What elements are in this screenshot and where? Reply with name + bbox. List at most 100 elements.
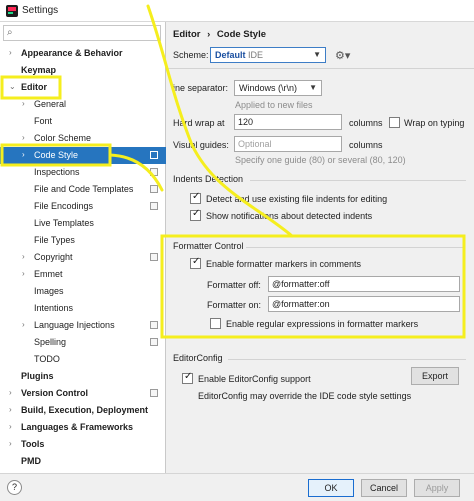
sidebar-item-label: Emmet: [34, 269, 63, 279]
sidebar-item-label: Images: [34, 286, 64, 296]
sidebar-item-pmd[interactable]: PMD: [0, 453, 166, 470]
sidebar-item-code-style[interactable]: › Code Style: [0, 147, 166, 164]
divider: [228, 359, 466, 360]
chevron-right-icon[interactable]: ›: [22, 150, 25, 159]
scheme-dropdown[interactable]: Default IDE ▼: [210, 47, 326, 63]
sidebar-item-file-and-code-templates[interactable]: File and Code Templates: [0, 181, 166, 198]
line-separator-dropdown[interactable]: Windows (\r\n) ▼: [234, 80, 322, 96]
settings-sidebar: ⌕ › Appearance & Behavior Keymap ⌄ Editor › Ge…: [0, 22, 166, 473]
settings-search[interactable]: ⌕: [3, 25, 161, 41]
breadcrumb: Editor › Code Style: [173, 29, 267, 40]
sidebar-item-language-injections[interactable]: › Language Injections: [0, 317, 166, 334]
code-style-panel: Editor › Code Style Scheme: Default IDE …: [166, 22, 474, 473]
sidebar-item-label: Code Style: [34, 150, 79, 160]
notify-indents-checkbox[interactable]: [190, 208, 201, 221]
gear-icon[interactable]: ⚙▾: [335, 49, 350, 62]
visual-guides-input[interactable]: [234, 136, 342, 152]
chevron-down-icon: ▼: [313, 50, 321, 59]
formatter-on-label: Formatter on:: [207, 300, 262, 310]
sidebar-item-copyright[interactable]: › Copyright: [0, 249, 166, 266]
sidebar-item-label: Font: [34, 116, 53, 126]
sidebar-item-tools[interactable]: › Tools: [0, 436, 166, 453]
sidebar-item-label: General: [34, 99, 67, 109]
chevron-right-icon[interactable]: ›: [9, 405, 12, 414]
project-scope-icon: [150, 321, 158, 329]
sidebar-item-plugins[interactable]: Plugins: [0, 368, 166, 385]
formatter-regex-checkbox[interactable]: [210, 318, 221, 329]
project-scope-icon: [150, 338, 158, 346]
indents-section-title: Indents Detection: [173, 174, 244, 184]
sidebar-item-inspections[interactable]: Inspections: [0, 164, 166, 181]
formatter-section-title: Formatter Control: [173, 241, 244, 251]
sidebar-item-keymap[interactable]: Keymap: [0, 62, 166, 79]
export-button[interactable]: Export: [411, 367, 459, 385]
sidebar-item-file-encodings[interactable]: File Encodings: [0, 198, 166, 215]
ok-button[interactable]: OK: [308, 479, 354, 497]
chevron-right-icon[interactable]: ›: [22, 133, 25, 142]
chevron-right-icon[interactable]: ›: [22, 269, 25, 278]
visual-guides-hint: Specify one guide (80) or several (80, 1…: [235, 155, 406, 165]
sidebar-item-label: Color Scheme: [34, 133, 92, 143]
formatter-off-input[interactable]: [268, 276, 460, 292]
hard-wrap-unit: columns: [349, 118, 383, 128]
notify-indents-label: Show notifications about detected indent…: [206, 211, 373, 221]
divider: [166, 68, 474, 69]
sidebar-item-live-templates[interactable]: Live Templates: [0, 215, 166, 232]
project-scope-icon: [150, 202, 158, 210]
chevron-right-icon[interactable]: ›: [9, 388, 12, 397]
sidebar-item-emmet[interactable]: › Emmet: [0, 266, 166, 283]
help-icon[interactable]: ?: [7, 480, 22, 495]
sidebar-item-intentions[interactable]: Intentions: [0, 300, 166, 317]
dialog-footer: ? OK Cancel Apply: [0, 473, 474, 501]
sidebar-item-languages-frameworks[interactable]: › Languages & Frameworks: [0, 419, 166, 436]
scheme-label: Scheme:: [173, 50, 209, 60]
enable-editorconfig-checkbox[interactable]: [182, 371, 193, 384]
sidebar-item-label: Copyright: [34, 252, 73, 262]
line-separator-hint: Applied to new files: [235, 100, 313, 110]
sidebar-item-label: Inspections: [34, 167, 80, 177]
enable-formatter-markers-checkbox[interactable]: [190, 256, 201, 269]
sidebar-item-general[interactable]: › General: [0, 96, 166, 113]
sidebar-item-label: Language Injections: [34, 320, 115, 330]
wrap-on-typing-checkbox[interactable]: [389, 117, 400, 128]
enable-formatter-markers-label: Enable formatter markers in comments: [206, 259, 362, 269]
sidebar-item-font[interactable]: Font: [0, 113, 166, 130]
sidebar-item-file-types[interactable]: File Types: [0, 232, 166, 249]
apply-button[interactable]: Apply: [414, 479, 460, 497]
formatter-regex-label: Enable regular expressions in formatter …: [226, 319, 419, 329]
sidebar-item-build-execution-deployment[interactable]: › Build, Execution, Deployment: [0, 402, 166, 419]
editorconfig-note: EditorConfig may override the IDE code s…: [198, 391, 412, 401]
chevron-right-icon[interactable]: ›: [22, 99, 25, 108]
project-scope-icon: [150, 253, 158, 261]
sidebar-item-todo[interactable]: TODO: [0, 351, 166, 368]
chevron-down-icon[interactable]: ⌄: [9, 82, 16, 91]
divider: [246, 247, 464, 248]
formatter-off-label: Formatter off:: [207, 280, 261, 290]
chevron-right-icon[interactable]: ›: [22, 320, 25, 329]
sidebar-item-images[interactable]: Images: [0, 283, 166, 300]
sidebar-item-label: Plugins: [21, 371, 54, 381]
chevron-right-icon[interactable]: ›: [9, 48, 12, 57]
sidebar-item-label: TODO: [34, 354, 60, 364]
sidebar-item-label: Appearance & Behavior: [21, 48, 123, 58]
sidebar-item-editor[interactable]: ⌄ Editor: [0, 79, 166, 96]
chevron-right-icon[interactable]: ›: [9, 422, 12, 431]
project-scope-icon: [150, 151, 158, 159]
window-title: Settings: [22, 5, 59, 16]
sidebar-item-label: Build, Execution, Deployment: [21, 405, 149, 415]
sidebar-item-label: File and Code Templates: [34, 184, 134, 194]
sidebar-item-version-control[interactable]: › Version Control: [0, 385, 166, 402]
cancel-button[interactable]: Cancel: [361, 479, 407, 497]
sidebar-item-spelling[interactable]: Spelling: [0, 334, 166, 351]
visual-guides-label: Visual guides:: [173, 140, 229, 150]
sidebar-item-color-scheme[interactable]: › Color Scheme: [0, 130, 166, 147]
hard-wrap-input[interactable]: [234, 114, 342, 130]
detect-indents-label: Detect and use existing file indents for…: [206, 194, 388, 204]
chevron-right-icon[interactable]: ›: [9, 439, 12, 448]
sidebar-item-label: Intentions: [34, 303, 74, 313]
chevron-right-icon[interactable]: ›: [22, 252, 25, 261]
detect-indents-checkbox[interactable]: [190, 191, 201, 204]
formatter-on-input[interactable]: [268, 296, 460, 312]
sidebar-item-label: Keymap: [21, 65, 57, 75]
sidebar-item-appearance-behavior[interactable]: › Appearance & Behavior: [0, 45, 166, 62]
